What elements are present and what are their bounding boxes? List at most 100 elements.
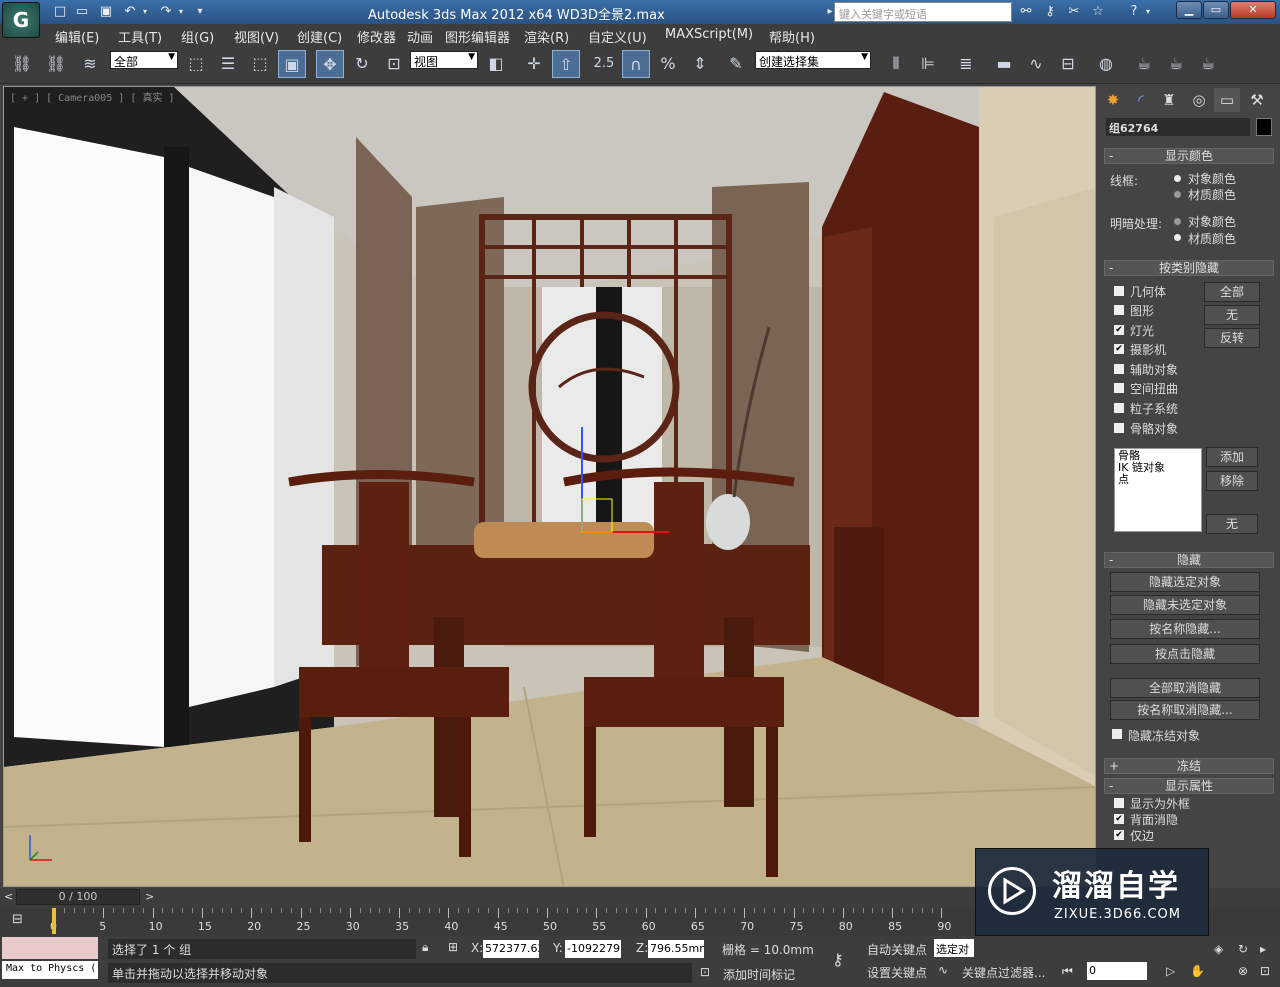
open-file-icon[interactable]: ▭ [72, 3, 92, 21]
key-filters-button[interactable]: 关键点过滤器... [962, 964, 1045, 981]
checkbox-edges-only[interactable]: ✔ [1114, 830, 1124, 840]
checkbox-hide-frozen[interactable] [1112, 729, 1122, 739]
app-logo-icon[interactable]: G [2, 2, 40, 38]
select-manipulate-icon[interactable]: ✛ [520, 50, 548, 78]
modify-tab-icon[interactable]: ◜ [1128, 88, 1154, 112]
hide-none-button[interactable]: 无 [1204, 305, 1260, 325]
rollout-hide[interactable]: - 隐藏 [1104, 552, 1274, 568]
field-of-view-icon[interactable]: ▸ [1260, 942, 1266, 956]
window-crossing-icon[interactable]: ▣ [278, 50, 306, 78]
remove-filter-button[interactable]: 移除 [1206, 471, 1258, 491]
menu-help[interactable]: 帮助(H) [769, 27, 815, 46]
render-production-icon[interactable]: ☕ [1194, 50, 1222, 78]
open-mini-curve-editor-icon[interactable]: ⊟ [12, 912, 23, 927]
spinner-snap-icon[interactable]: ⇕ [686, 50, 714, 78]
menu-rendering[interactable]: 渲染(R) [524, 27, 569, 46]
key-icon[interactable]: ⚷ [1040, 3, 1060, 21]
menu-customize[interactable]: 自定义(U) [588, 27, 647, 46]
checkbox-display-as-box[interactable] [1114, 798, 1124, 808]
unhide-by-name-button[interactable]: 按名称取消隐藏... [1110, 700, 1260, 720]
binoculars-icon[interactable]: ⚯ [1016, 3, 1036, 21]
minimize-button[interactable]: ▁ [1176, 1, 1202, 19]
checkbox-helpers[interactable] [1114, 364, 1124, 374]
named-selection-dropdown[interactable]: 创建选择集 ▼ [755, 51, 871, 69]
menu-edit[interactable]: 编辑(E) [55, 27, 99, 46]
set-key-button[interactable]: 设置关键点 [867, 964, 927, 981]
undo-icon[interactable]: ↶ [120, 3, 140, 21]
rollout-hide-by-category[interactable]: - 按类别隐藏 [1104, 260, 1274, 276]
reference-coordinate-dropdown[interactable]: 视图 ▼ [410, 51, 478, 69]
z-coordinate-field[interactable]: 796.55mm [648, 940, 704, 958]
filter-none-button[interactable]: 无 [1206, 514, 1258, 534]
object-name-field[interactable]: 组62764 [1106, 118, 1250, 136]
search-input[interactable]: 键入关键字或短语 [834, 2, 1012, 22]
zoom-extents-icon[interactable]: ◈ [1214, 942, 1223, 956]
pan-view-icon[interactable]: ✋ [1190, 964, 1205, 978]
tools-icon[interactable]: ✂ [1064, 3, 1084, 21]
play-icon[interactable]: ▷ [1166, 964, 1175, 978]
add-filter-button[interactable]: 添加 [1206, 447, 1258, 467]
set-key-icon[interactable]: ⚷ [832, 950, 844, 969]
curve-editor-icon[interactable]: ∿ [1022, 50, 1050, 78]
object-color-swatch[interactable] [1256, 118, 1272, 136]
time-slider[interactable]: 0 / 100 [16, 889, 140, 905]
save-icon[interactable]: ▣ [96, 3, 116, 21]
quick-access-menu-icon[interactable]: ▾ [190, 3, 210, 21]
current-frame-field[interactable]: 0 [1087, 962, 1147, 980]
wireframe-object-color-radio[interactable] [1174, 175, 1181, 182]
next-frame-icon[interactable]: > [145, 890, 154, 903]
redo-icon[interactable]: ↷ [156, 3, 176, 21]
checkbox-particle-systems[interactable] [1114, 403, 1124, 413]
orbit-icon[interactable]: ↻ [1238, 942, 1248, 956]
select-by-name-icon[interactable]: ☰ [214, 50, 242, 78]
select-and-move-icon[interactable]: ✥ [316, 50, 344, 78]
camera-viewport[interactable]: [ + ] [ Camera005 ] [ 真实 ] [3, 86, 1096, 887]
pivot-center-icon[interactable]: ◧ [482, 50, 510, 78]
create-tab-icon[interactable]: ✸ [1100, 88, 1126, 112]
menu-create[interactable]: 创建(C) [297, 27, 342, 46]
maximize-button[interactable]: ▭ [1203, 1, 1229, 19]
current-frame-marker[interactable] [52, 908, 56, 934]
checkbox-cameras[interactable]: ✔ [1114, 344, 1124, 354]
select-object-icon[interactable]: ⬚ [182, 50, 210, 78]
rollout-display-color[interactable]: - 显示颜色 [1104, 148, 1274, 164]
new-file-icon[interactable]: □ [50, 3, 70, 21]
filter-list[interactable]: 骨骼 IK 链对象 点 [1114, 448, 1202, 532]
walk-through-icon[interactable]: ⊗ [1238, 964, 1248, 978]
favorites-star-icon[interactable]: ☆ [1088, 3, 1108, 21]
schematic-view-icon[interactable]: ⊟ [1054, 50, 1082, 78]
mirror-icon[interactable]: ⫴ [882, 50, 910, 78]
unlink-icon[interactable]: ⛓ [42, 50, 70, 78]
hide-by-name-button[interactable]: 按名称隐藏... [1110, 619, 1260, 639]
menu-group[interactable]: 组(G) [181, 27, 214, 46]
list-item[interactable]: IK 链对象 [1118, 462, 1198, 474]
hierarchy-tab-icon[interactable]: ♜ [1156, 88, 1182, 112]
goto-start-icon[interactable]: ⏮ [1062, 964, 1073, 979]
hide-unselected-button[interactable]: 隐藏未选定对象 [1110, 595, 1260, 615]
selected-dropdown[interactable]: 选定对 [934, 939, 974, 957]
key-filter-curve-icon[interactable]: ∿ [938, 963, 948, 977]
selection-filter-dropdown[interactable]: 全部 ▼ [110, 51, 178, 69]
list-item[interactable]: 点 [1118, 474, 1198, 486]
utilities-tab-icon[interactable]: ⚒ [1244, 88, 1270, 112]
edit-named-selection-icon[interactable]: ✎ [722, 50, 750, 78]
rollout-freeze[interactable]: + 冻结 [1104, 758, 1274, 774]
redo-dropdown-icon[interactable]: ▾ [176, 3, 186, 21]
auto-key-button[interactable]: 自动关键点 [867, 941, 927, 958]
display-tab-icon[interactable]: ▭ [1214, 88, 1240, 112]
frame-ruler[interactable]: 051015202530354045505560657075808590 [44, 908, 974, 936]
rendered-frame-window-icon[interactable]: ☕ [1162, 50, 1190, 78]
checkbox-space-warps[interactable] [1114, 383, 1124, 393]
checkbox-geometry[interactable] [1114, 286, 1124, 296]
help-icon[interactable]: ? [1124, 3, 1144, 21]
shaded-material-color-radio[interactable] [1174, 234, 1181, 241]
select-and-link-icon[interactable]: ⛓ [8, 50, 36, 78]
menu-maxscript[interactable]: MAXScript(M) [665, 27, 753, 42]
menu-tools[interactable]: 工具(T) [118, 27, 162, 46]
rectangular-selection-icon[interactable]: ⬚ [246, 50, 274, 78]
hide-by-hit-button[interactable]: 按点击隐藏 [1110, 644, 1260, 664]
motion-tab-icon[interactable]: ◎ [1186, 88, 1212, 112]
bind-to-space-warp-icon[interactable]: ≋ [76, 50, 104, 78]
menu-animation[interactable]: 动画 [407, 27, 433, 46]
prev-frame-icon[interactable]: < [4, 890, 13, 903]
